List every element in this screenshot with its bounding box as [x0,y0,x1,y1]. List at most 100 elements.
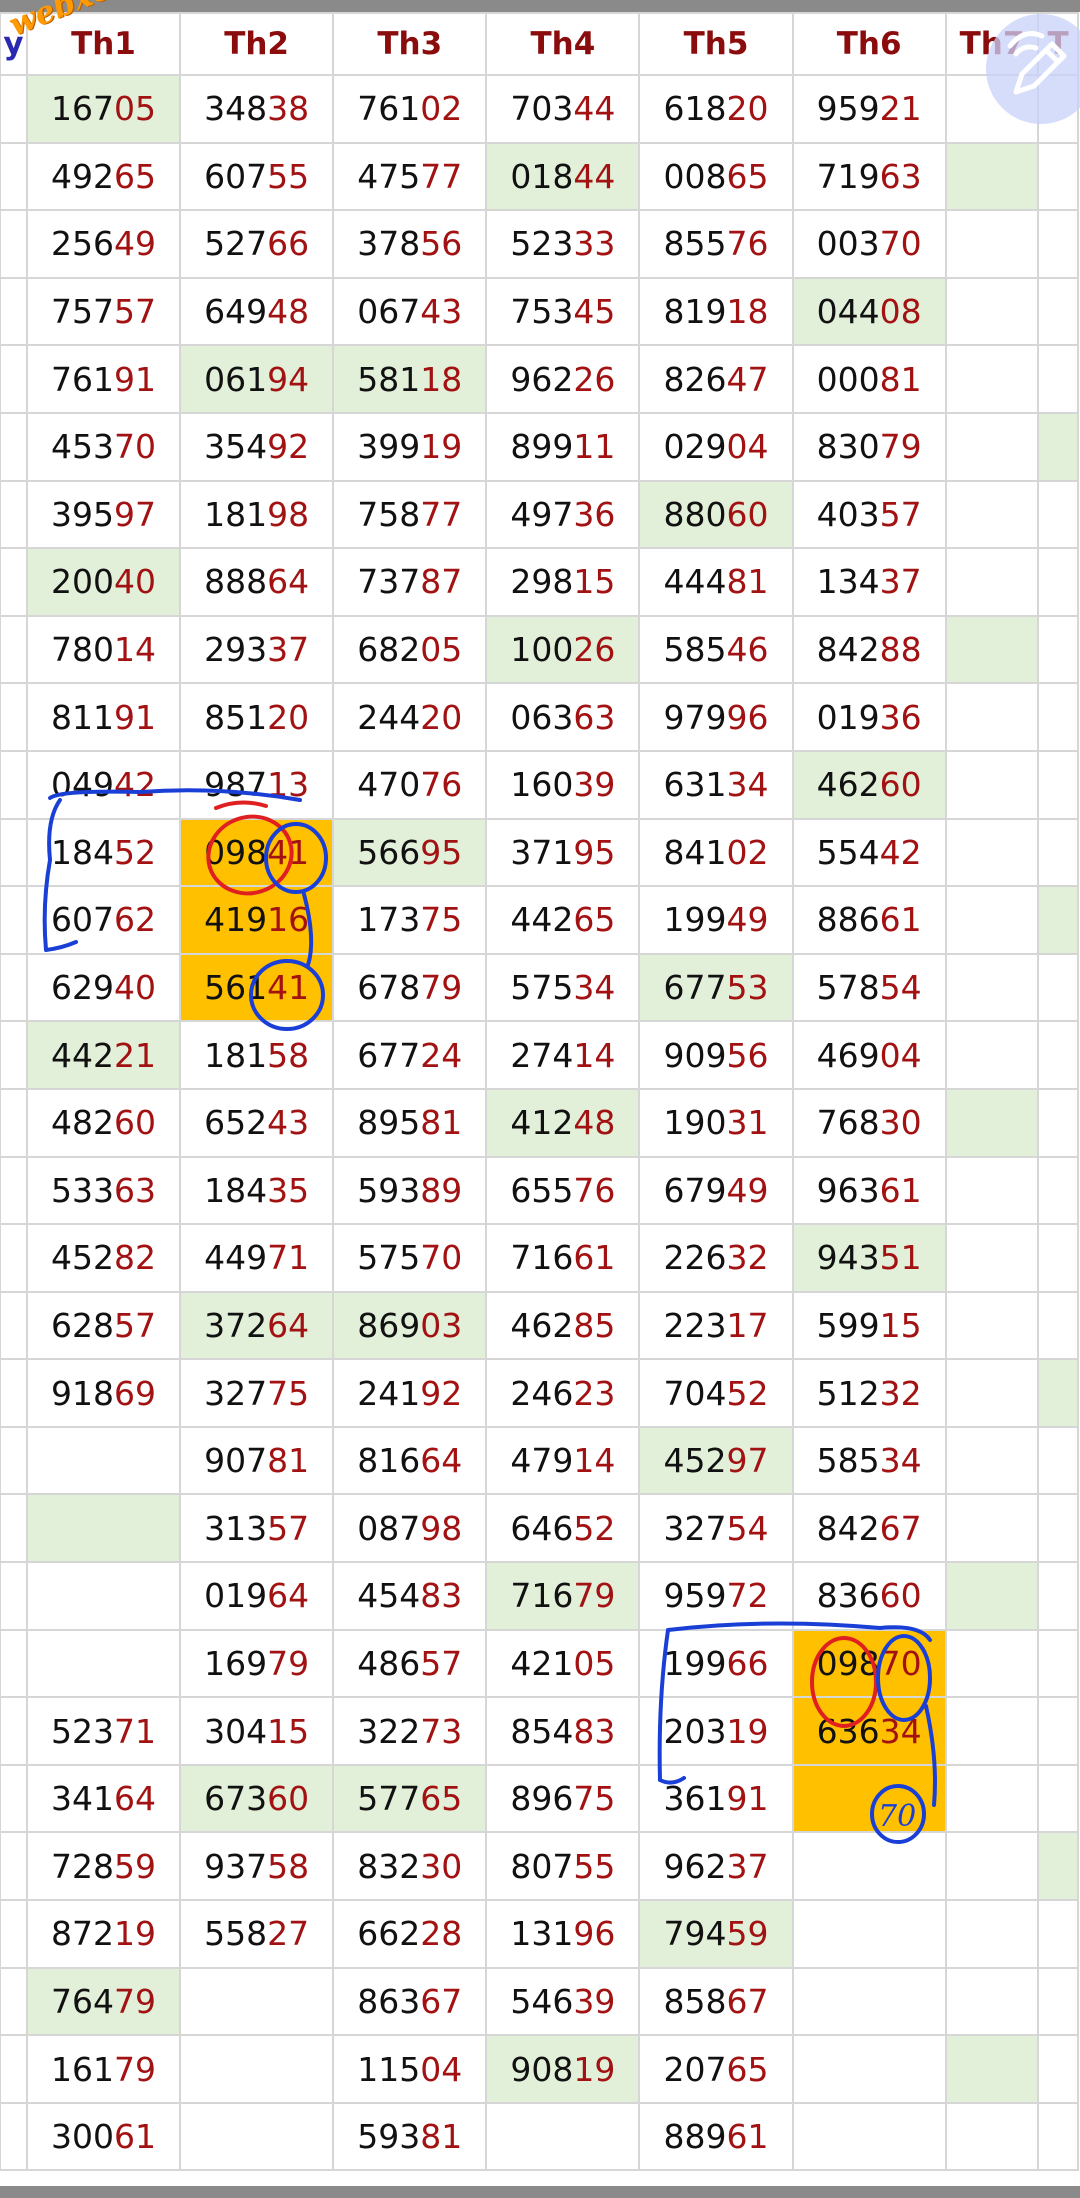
result-cell: 18198 [179,479,335,550]
table-row: 16705 34838 76102 70344 61820 95921 [0,74,1079,144]
number-last-two-digits: 34 [573,968,616,1008]
number-last-two-digits: 87 [420,562,463,602]
result-cell: 45370 [25,411,182,482]
number-last-two-digits: 15 [573,562,616,602]
number-last-two-digits: 14 [573,1035,616,1075]
number-prefix: 470 [357,765,421,805]
table-row: 18452 09841 56695 37195 84102 55442 [0,817,1079,888]
result-cell: 71963 [791,141,947,212]
result-cell: 16705 [25,74,182,144]
number-prefix: 341 [50,1779,114,1819]
result-cell [944,1696,1040,1766]
result-cell [944,749,1040,820]
header-th4[interactable]: Th4 [485,12,641,76]
result-cell [944,1831,1040,1902]
number-last-two-digits: 76 [573,1170,616,1210]
number-prefix: 444 [663,562,727,602]
number-last-two-digits: 38 [267,89,310,129]
number-prefix: 100 [510,630,574,670]
number-prefix: 244 [357,697,421,737]
result-cell [944,141,1040,212]
result-cell: 67949 [638,1155,794,1226]
row-edge-cell [0,885,28,955]
number-last-two-digits: 60 [267,1779,310,1819]
number-prefix: 768 [816,1103,880,1143]
result-cell: 89675 [485,1763,641,1834]
number-last-two-digits: 66 [267,224,310,264]
number-last-two-digits: 64 [113,1779,156,1819]
table-row: 81191 85120 24420 06363 97996 01936 [0,682,1079,752]
number-prefix: 019 [204,1576,268,1616]
number-prefix: 679 [663,1170,727,1210]
number-last-two-digits: 64 [267,562,310,602]
number-prefix: 842 [816,630,880,670]
result-cell: 00370 [791,209,947,279]
row-edge-cell [0,1425,28,1496]
number-last-two-digits: 19 [573,2049,616,2089]
result-cell: 83079 [791,411,947,482]
result-cell [1037,1763,1079,1834]
result-cell [944,276,1040,347]
number-last-two-digits: 37 [879,562,922,602]
result-cell [25,1425,182,1496]
row-edge-cell [0,1763,28,1834]
result-cell [1037,1831,1079,1902]
result-cell [1037,1087,1079,1158]
number-last-two-digits: 24 [420,1035,463,1075]
number-prefix: 577 [357,1779,421,1819]
result-cell [944,952,1040,1023]
result-cell: 02904 [638,411,794,482]
number-last-two-digits: 57 [113,1305,156,1345]
number-last-two-digits: 37 [726,1846,769,1886]
number-last-two-digits: 59 [113,1846,156,1886]
result-cell: 88864 [179,547,335,617]
number-last-two-digits: 55 [573,1846,616,1886]
number-prefix: 184 [50,832,114,872]
number-prefix: 181 [204,494,268,534]
number-prefix: 677 [663,968,727,1008]
number-last-two-digits: 83 [420,1576,463,1616]
table-row: 76479 86367 54639 85867 [0,1966,1079,2037]
draw-fab-button[interactable] [986,14,1080,124]
number-last-two-digits: 64 [267,1576,310,1616]
number-last-two-digits: 02 [420,89,463,129]
number-prefix: 293 [204,630,268,670]
number-prefix: 842 [816,1508,880,1548]
number-prefix: 546 [510,1981,574,2021]
result-cell: 81918 [638,276,794,347]
result-cell [1037,209,1079,279]
header-th3[interactable]: Th3 [332,12,488,76]
row-edge-cell [0,344,28,414]
table-row: 16179 11504 90819 20765 [0,2034,1079,2104]
number-prefix: 869 [357,1305,421,1345]
header-th6[interactable]: Th6 [791,12,947,76]
result-cell [1037,1561,1079,1631]
number-last-two-digits: 36 [573,494,616,534]
result-cell: 67753 [638,952,794,1023]
number-prefix: 704 [663,1373,727,1413]
number-last-two-digits: 30 [420,1846,463,1886]
result-cell [944,1628,1040,1699]
result-cell: 04942 [25,749,182,820]
number-last-two-digits: 02 [726,832,769,872]
number-prefix: 593 [357,2117,421,2157]
number-last-two-digits: 43 [420,292,463,332]
result-cell: 78014 [25,614,182,685]
result-cell: 52333 [485,209,641,279]
result-cell: 96361 [791,1155,947,1226]
table-row: 20040 88864 73787 29815 44481 13437 [0,547,1079,617]
result-cell: 52766 [179,209,335,279]
header-th2[interactable]: Th2 [179,12,335,76]
result-cell [944,1493,1040,1564]
header-th5[interactable]: Th5 [638,12,794,76]
result-cell: 85867 [638,1966,794,2037]
result-cell: 09870 [791,1628,947,1699]
number-last-two-digits: 04 [879,1035,922,1075]
result-cell [791,1763,947,1834]
number-prefix: 044 [816,292,880,332]
header-th1[interactable]: Th1 [25,12,182,76]
table-row: 75757 64948 06743 75345 81918 04408 [0,276,1079,347]
result-cell: 17375 [332,885,488,955]
number-prefix: 419 [204,900,268,940]
result-cell [1037,1966,1079,2037]
